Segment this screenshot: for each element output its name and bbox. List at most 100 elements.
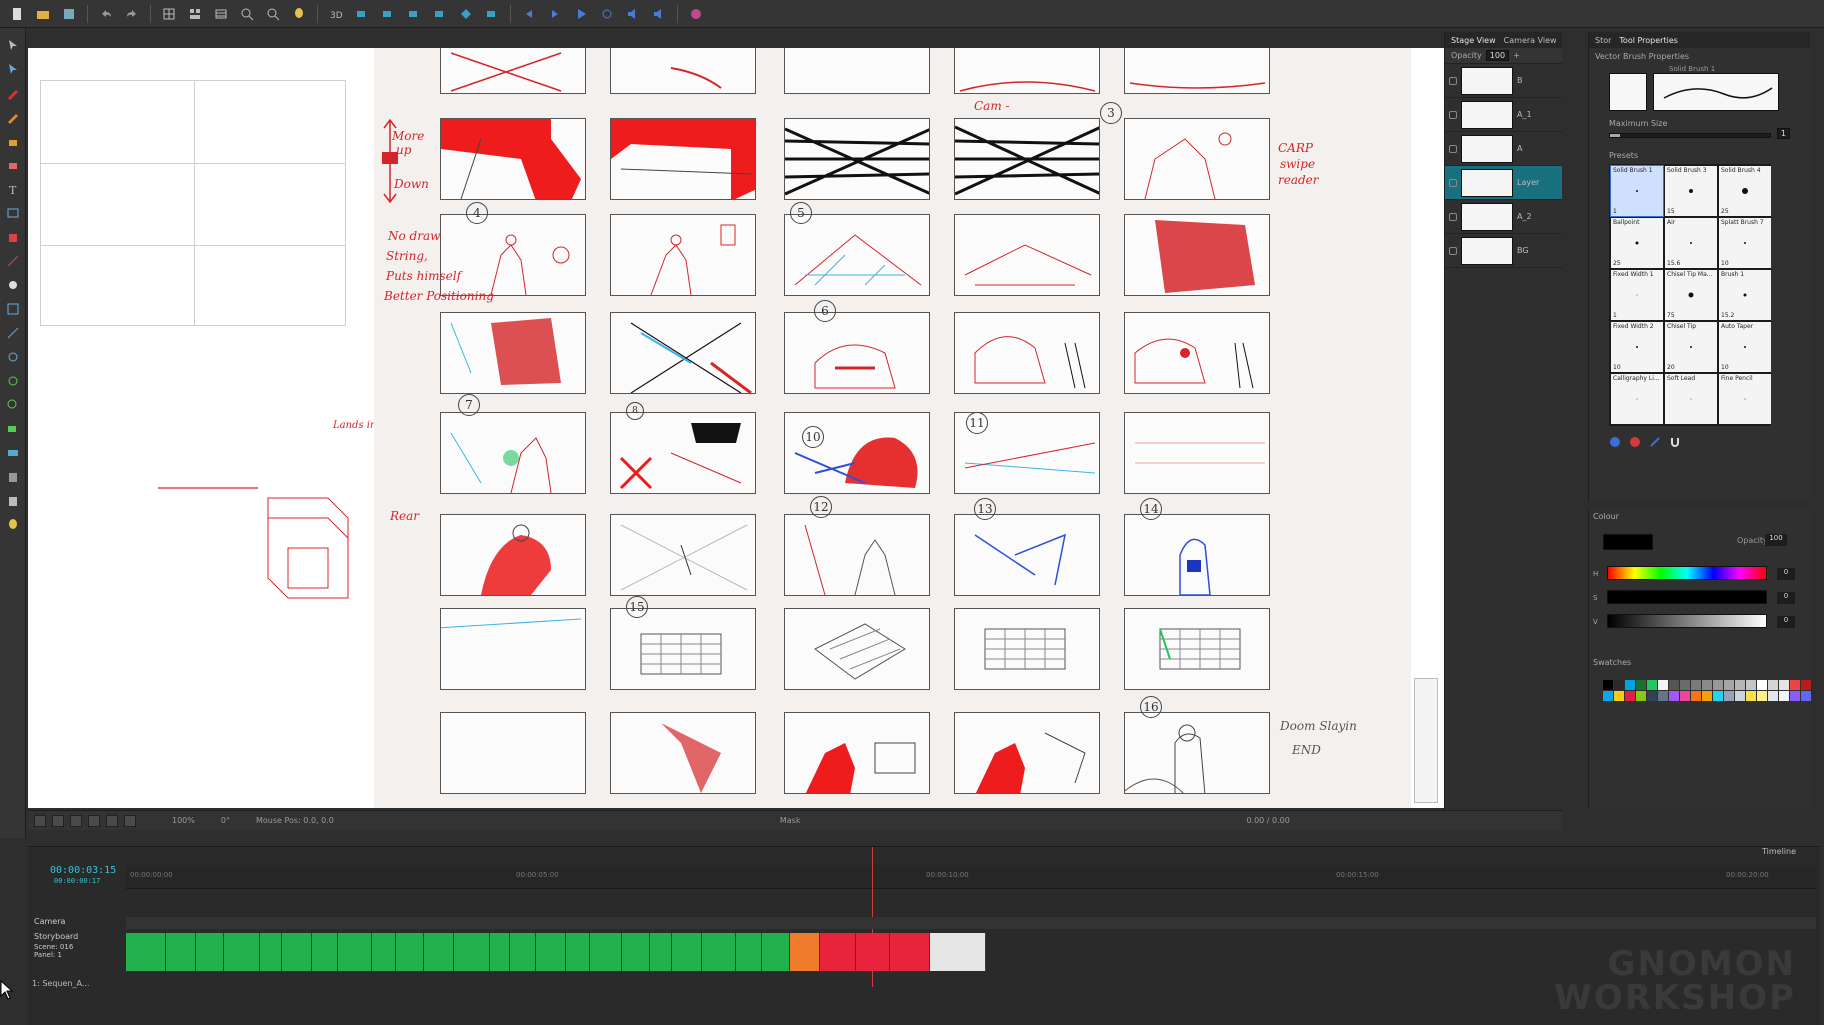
colour-swatch[interactable]: [1669, 691, 1679, 701]
loop-icon[interactable]: [596, 4, 618, 24]
visibility-icon[interactable]: [1449, 246, 1457, 255]
panel-clip[interactable]: [490, 933, 510, 971]
colour-swatch[interactable]: [1790, 691, 1800, 701]
panel-clip[interactable]: [224, 933, 260, 971]
colour-swatch[interactable]: [1779, 691, 1789, 701]
storyboard-panel[interactable]: [1124, 118, 1270, 200]
storyboard-panel[interactable]: [784, 608, 930, 690]
colour-swatch[interactable]: [1603, 680, 1613, 690]
colour-swatch[interactable]: [1768, 680, 1778, 690]
timeline-ruler[interactable]: 00:00:00:00 00:00:05:00 00:00:10:00 00:0…: [126, 865, 1816, 889]
eraser-tool-icon[interactable]: [4, 156, 22, 174]
colour-swatch[interactable]: [1724, 680, 1734, 690]
storyboard-panel[interactable]: [1124, 412, 1270, 494]
colour-swatch[interactable]: [1636, 691, 1646, 701]
hue-slider[interactable]: [1607, 566, 1767, 580]
panel-clip[interactable]: [930, 933, 986, 971]
brush-preset[interactable]: Chisel Tip 20: [1665, 322, 1717, 372]
add-camera-icon[interactable]: [481, 4, 503, 24]
new-file-icon[interactable]: [6, 4, 28, 24]
colour-swatch[interactable]: [1636, 680, 1646, 690]
colour-swatch[interactable]: [1625, 680, 1635, 690]
undo-icon[interactable]: [95, 4, 117, 24]
colour-swatch[interactable]: [1746, 680, 1756, 690]
hand-tool-icon[interactable]: [4, 276, 22, 294]
panel-clip[interactable]: [622, 933, 650, 971]
brush-preset[interactable]: Air 15.6: [1665, 218, 1717, 268]
storyboard-panel[interactable]: [954, 214, 1100, 296]
contour-editor-icon[interactable]: [4, 60, 22, 78]
storyboard-panel[interactable]: [784, 214, 930, 296]
panel-clip[interactable]: [890, 933, 930, 971]
visibility-icon[interactable]: [1449, 110, 1457, 119]
colour-opacity-field[interactable]: 100: [1765, 534, 1787, 546]
storyboard-panel[interactable]: [784, 48, 930, 94]
brush-preset[interactable]: Auto Taper 10: [1719, 322, 1771, 372]
colour-swatch[interactable]: [1603, 691, 1613, 701]
storyboard-panel[interactable]: [440, 312, 586, 394]
tab-camera-view[interactable]: Camera View: [1504, 36, 1557, 45]
brush-preset[interactable]: Calligraphy Li...: [1611, 374, 1663, 424]
layer-row[interactable]: A_1: [1445, 98, 1562, 132]
brush-preset[interactable]: Solid Brush 4 25: [1719, 166, 1771, 216]
colour-swatch[interactable]: [1702, 680, 1712, 690]
panel-clip[interactable]: [454, 933, 490, 971]
magnet-icon[interactable]: [1669, 436, 1681, 448]
camera-tool-icon[interactable]: [4, 420, 22, 438]
layer-tool-icon[interactable]: [4, 444, 22, 462]
brush-preset[interactable]: Solid Brush 3 15: [1665, 166, 1717, 216]
colour-swatch[interactable]: [1724, 691, 1734, 701]
volume-icon[interactable]: [648, 4, 670, 24]
open-folder-icon[interactable]: [32, 4, 54, 24]
shape-tool-icon[interactable]: [4, 204, 22, 222]
rotate-tool-icon[interactable]: [4, 372, 22, 390]
bulb-icon[interactable]: [288, 4, 310, 24]
text-tool-icon[interactable]: T: [4, 180, 22, 198]
panel-clip[interactable]: [536, 933, 566, 971]
panel-clip[interactable]: [672, 933, 702, 971]
mask-mode[interactable]: Mask: [780, 816, 801, 825]
colour-swatch[interactable]: [1801, 680, 1811, 690]
storyboard-panel[interactable]: [954, 312, 1100, 394]
colour-swatch[interactable]: [1757, 680, 1767, 690]
tab-stor[interactable]: Stor: [1595, 36, 1611, 45]
paint-tool-icon[interactable]: [4, 228, 22, 246]
brush-preset[interactable]: Splatt Brush 7 10: [1719, 218, 1771, 268]
camera-move-icon[interactable]: [351, 4, 373, 24]
colour-swatch[interactable]: [1746, 691, 1756, 701]
3d-icon[interactable]: 3D: [325, 4, 347, 24]
grid-icon[interactable]: [158, 4, 180, 24]
brush-preset[interactable]: Solid Brush 1 1: [1610, 165, 1664, 217]
colour-swatch[interactable]: [1713, 691, 1723, 701]
reset-view-icon[interactable]: [34, 814, 46, 827]
colour-swatch[interactable]: [1658, 691, 1668, 701]
next-icon[interactable]: [544, 4, 566, 24]
colour-swatch[interactable]: [1757, 691, 1767, 701]
storyboard-panel[interactable]: [1124, 608, 1270, 690]
panel-clip[interactable]: [702, 933, 736, 971]
value-slider[interactable]: [1607, 614, 1767, 628]
storyboard-panel[interactable]: [1124, 312, 1270, 394]
save-icon[interactable]: [58, 4, 80, 24]
storyboard-panel[interactable]: [1124, 48, 1270, 94]
panel-clip[interactable]: [338, 933, 372, 971]
record-icon[interactable]: [1629, 436, 1641, 448]
layout-icon[interactable]: [184, 4, 206, 24]
library-icon[interactable]: [4, 492, 22, 510]
colour-swatch[interactable]: [1735, 691, 1745, 701]
table-icon[interactable]: [210, 4, 232, 24]
cutter-tool-icon[interactable]: [4, 324, 22, 342]
zoom-tool-icon[interactable]: [4, 396, 22, 414]
panel-clip[interactable]: [590, 933, 622, 971]
zoom-in-icon[interactable]: [236, 4, 258, 24]
storyboard-panel[interactable]: [954, 712, 1100, 794]
layer-row[interactable]: BG: [1445, 234, 1562, 268]
layer-row-selected[interactable]: Layer: [1445, 166, 1562, 200]
morph-tool-icon[interactable]: [4, 348, 22, 366]
storyboard-panel[interactable]: [784, 312, 930, 394]
add-layer-icon[interactable]: +: [1513, 51, 1520, 60]
colour-swatch[interactable]: [1768, 691, 1778, 701]
layer-row[interactable]: A_2: [1445, 200, 1562, 234]
colour-swatch[interactable]: [1669, 680, 1679, 690]
storyboard-panel[interactable]: [954, 118, 1100, 200]
